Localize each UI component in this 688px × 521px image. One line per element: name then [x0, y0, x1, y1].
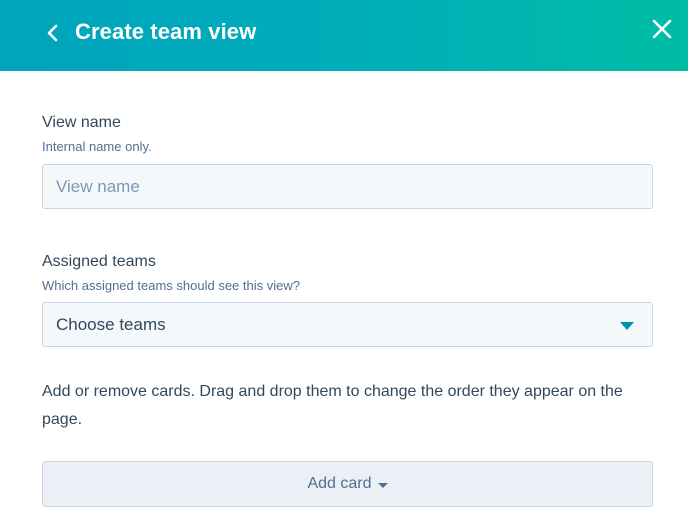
create-team-view-panel: Create team view View name Internal name…	[0, 0, 688, 521]
assigned-teams-select[interactable]: Choose teams	[42, 302, 653, 347]
caret-down-icon	[620, 322, 634, 330]
assigned-teams-label: Assigned teams	[42, 253, 156, 270]
add-card-button[interactable]: Add card	[42, 461, 653, 507]
back-button[interactable]	[38, 18, 68, 48]
view-name-help: Internal name only.	[42, 139, 152, 154]
add-card-label: Add card	[307, 475, 372, 492]
view-name-label: View name	[42, 114, 121, 131]
view-name-input[interactable]	[42, 164, 653, 209]
close-icon	[652, 19, 672, 39]
panel-header: Create team view	[0, 0, 688, 71]
page-title: Create team view	[75, 19, 257, 44]
close-button[interactable]	[645, 12, 679, 46]
assigned-teams-selected-value: Choose teams	[56, 315, 166, 334]
cards-instructions: Add or remove cards. Drag and drop them …	[42, 383, 623, 428]
caret-down-icon	[377, 482, 388, 488]
assigned-teams-help: Which assigned teams should see this vie…	[42, 278, 300, 293]
chevron-left-icon	[47, 24, 58, 42]
